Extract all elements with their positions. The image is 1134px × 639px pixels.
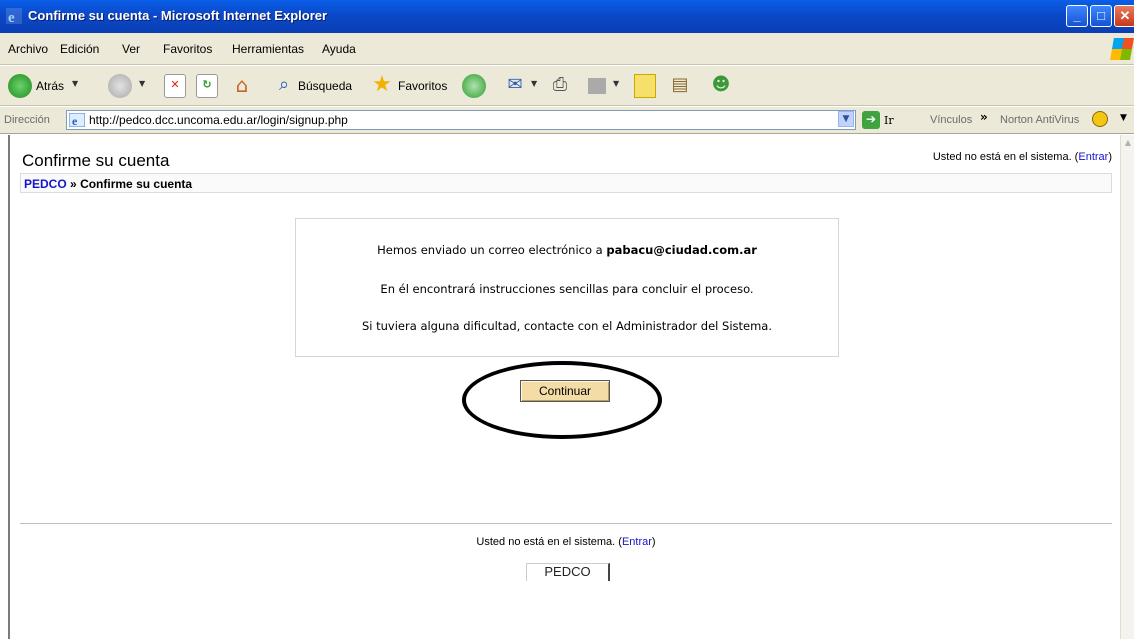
discuss-icon[interactable] [634, 74, 656, 98]
vertical-scrollbar[interactable]: ▲ [1120, 135, 1134, 639]
title-bar: e Confirme su cuenta - Microsoft Interne… [0, 0, 1134, 33]
menu-ver[interactable]: Ver [122, 42, 140, 56]
address-box[interactable]: e [66, 110, 856, 130]
home-icon[interactable]: ⌂ [230, 74, 254, 98]
print-icon[interactable]: ⎙ [548, 74, 572, 98]
breadcrumb-home-link[interactable]: PEDCO [24, 177, 67, 191]
confirmation-message-box: Hemos enviado un correo electrónico a pa… [295, 218, 839, 357]
favorites-star-icon[interactable]: ★ [370, 74, 394, 98]
footer-divider [20, 523, 1112, 524]
ie-logo-icon: e [6, 8, 22, 24]
menu-ayuda[interactable]: Ayuda [322, 42, 356, 56]
search-icon[interactable]: ⌕ [272, 74, 296, 98]
login-link[interactable]: Entrar [1078, 151, 1108, 163]
back-dropdown-icon[interactable]: ▼ [72, 79, 78, 88]
research-icon[interactable]: ▤ [668, 74, 692, 98]
history-icon[interactable] [462, 74, 486, 98]
breadcrumb: PEDCO » Confirme su cuenta [20, 173, 1112, 193]
email-address: pabacu@ciudad.com.ar [606, 243, 757, 257]
page-content: Confirme su cuenta Usted no está en el s… [8, 135, 1120, 639]
edit-icon[interactable] [588, 78, 606, 94]
page-icon: e [69, 113, 85, 127]
login-status: Usted no está en el sistema. (Entrar) [932, 151, 1112, 163]
footer-login-status: Usted no está en el sistema. (Entrar) [476, 536, 656, 548]
message-line-1: Hemos enviado un correo electrónico a pa… [296, 243, 838, 257]
menu-herramientas[interactable]: Herramientas [232, 42, 304, 56]
refresh-icon[interactable]: ↻ [196, 74, 218, 98]
menu-edicion[interactable]: Edición [60, 42, 99, 56]
svg-text:e: e [8, 10, 15, 24]
windows-logo-icon [1110, 38, 1134, 60]
footer-login-text: Usted no está en el sistema. [476, 536, 616, 548]
menu-favoritos[interactable]: Favoritos [163, 42, 212, 56]
links-label[interactable]: Vínculos [930, 114, 972, 126]
minimize-button[interactable]: _ [1066, 5, 1088, 27]
stop-icon[interactable]: ✕ [164, 74, 186, 98]
back-icon[interactable] [8, 74, 32, 98]
scroll-up-icon[interactable]: ▲ [1122, 136, 1134, 150]
back-label[interactable]: Atrás [36, 79, 64, 93]
address-bar: Dirección e ▼ ➔ Ir Vínculos » Norton Ant… [0, 107, 1134, 134]
norton-icon[interactable] [1092, 111, 1108, 127]
search-label[interactable]: Búsqueda [298, 79, 352, 93]
menu-bar: Archivo Edición Ver Favoritos Herramient… [0, 33, 1134, 65]
toolbar: Atrás ▼ ▼ ✕ ↻ ⌂ ⌕ Búsqueda ★ Favoritos ✉… [0, 66, 1134, 106]
svg-text:e: e [72, 114, 78, 127]
maximize-button[interactable]: □ [1090, 5, 1112, 27]
login-status-text: Usted no está en el sistema. [932, 151, 1072, 163]
forward-dropdown-icon[interactable]: ▼ [139, 79, 145, 88]
message-line-2: En él encontrará instrucciones sencillas… [380, 282, 754, 296]
close-button[interactable]: ✕ [1114, 5, 1134, 27]
breadcrumb-current: Confirme su cuenta [80, 177, 193, 191]
address-dropdown-icon[interactable]: ▼ [838, 111, 854, 127]
mail-dropdown-icon[interactable]: ▼ [531, 79, 537, 88]
norton-dropdown-icon[interactable]: ▼ [1120, 113, 1127, 123]
breadcrumb-separator: » [70, 177, 77, 191]
forward-icon[interactable] [108, 74, 132, 98]
links-chevron-icon[interactable]: » [980, 110, 988, 124]
norton-label[interactable]: Norton AntiVirus [1000, 114, 1079, 126]
go-label[interactable]: Ir [884, 114, 894, 127]
favorites-label[interactable]: Favoritos [398, 79, 447, 93]
page-title: Confirme su cuenta [22, 151, 170, 170]
edit-dropdown-icon[interactable]: ▼ [613, 79, 619, 88]
window-title: Confirme su cuenta - Microsoft Internet … [28, 8, 328, 23]
footer-login-link[interactable]: Entrar [622, 536, 652, 548]
messenger-icon[interactable]: ☻ [708, 74, 734, 98]
mail-icon[interactable]: ✉ [502, 74, 528, 98]
address-input[interactable] [89, 112, 829, 128]
message-line-1-text: Hemos enviado un correo electrónico a [377, 243, 603, 257]
go-arrow-icon[interactable]: ➔ [862, 111, 880, 129]
continue-button[interactable]: Continuar [520, 380, 610, 402]
footer-home-link[interactable]: PEDCO [526, 563, 610, 581]
message-line-3: Si tuviera alguna dificultad, contacte c… [361, 319, 773, 333]
menu-archivo[interactable]: Archivo [8, 42, 48, 56]
address-label: Dirección [4, 114, 50, 126]
